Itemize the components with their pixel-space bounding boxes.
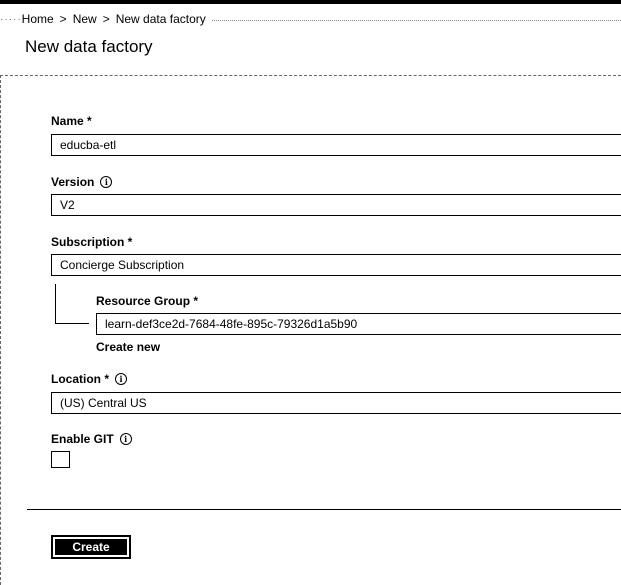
- resource-group-label: Resource Group *: [96, 294, 198, 308]
- create-button[interactable]: Create: [51, 535, 131, 559]
- footer-divider: [27, 509, 621, 510]
- subscription-label: Subscription *: [51, 235, 132, 249]
- location-label: Location * i: [51, 372, 128, 386]
- subscription-label-text: Subscription *: [51, 235, 133, 249]
- breadcrumb-current: New data factory: [115, 12, 206, 26]
- version-label: Version i: [51, 175, 113, 189]
- info-icon[interactable]: i: [119, 433, 132, 445]
- version-label-text: Version: [51, 175, 95, 189]
- version-select[interactable]: V2: [51, 194, 621, 216]
- breadcrumb-ellipsis: ·····: [0, 13, 22, 25]
- enable-git-checkbox[interactable]: [51, 451, 70, 468]
- breadcrumb-separator: >: [102, 12, 110, 26]
- breadcrumb-home[interactable]: Home: [22, 12, 54, 26]
- location-label-text: Location *: [51, 372, 110, 386]
- name-label-text: Name *: [51, 114, 92, 128]
- top-bar: [0, 0, 621, 4]
- breadcrumb-new[interactable]: New: [73, 12, 97, 26]
- breadcrumb-trail: [211, 19, 621, 21]
- create-new-link[interactable]: Create new: [96, 340, 160, 354]
- resource-group-select[interactable]: learn-def3ce2d-7684-48fe-895c-79326d1a5b…: [96, 313, 621, 335]
- name-input[interactable]: educba-etl: [51, 134, 621, 156]
- subscription-select[interactable]: Concierge Subscription: [51, 254, 621, 276]
- breadcrumb-separator: >: [59, 12, 67, 26]
- breadcrumb: ····· Home > New > New data factory: [0, 10, 621, 28]
- info-icon[interactable]: i: [100, 176, 113, 188]
- resource-group-label-text: Resource Group *: [96, 294, 199, 308]
- create-button-label: Create: [55, 539, 127, 555]
- tree-connector-horizontal: [55, 323, 89, 324]
- page-title: New data factory: [25, 37, 153, 56]
- info-icon[interactable]: i: [115, 373, 128, 385]
- name-label: Name *: [51, 114, 92, 128]
- enable-git-label-text: Enable GIT: [51, 432, 114, 446]
- tree-connector-vertical: [55, 284, 56, 323]
- location-select[interactable]: (US) Central US: [51, 392, 621, 414]
- enable-git-label: Enable GIT i: [51, 432, 132, 446]
